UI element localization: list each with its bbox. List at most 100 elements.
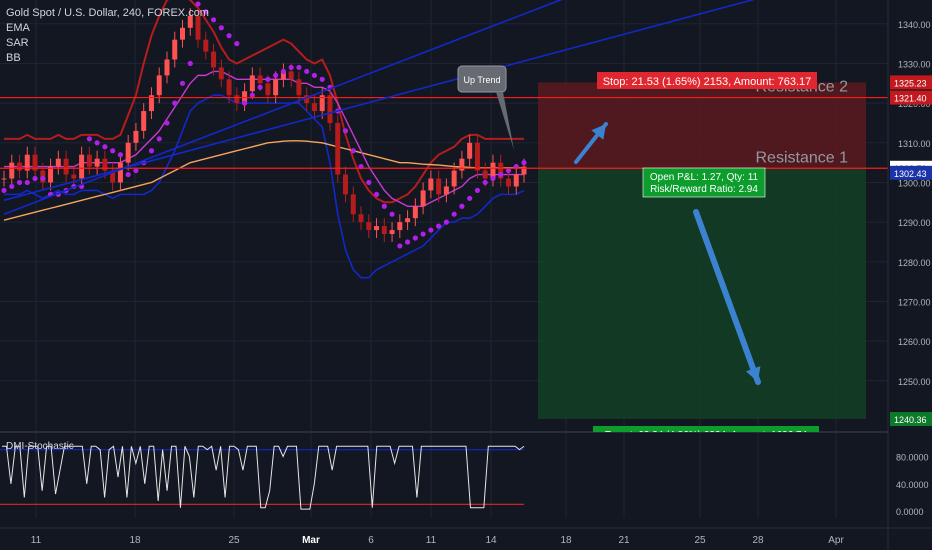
- candle-body: [94, 158, 100, 167]
- sar-dot: [366, 179, 372, 186]
- indicator-ema[interactable]: EMA: [6, 21, 209, 36]
- candle-body: [296, 79, 302, 96]
- price-tag-label: 1325.23: [894, 78, 927, 88]
- price-tick-label: 1310.00: [898, 139, 931, 149]
- pnl-label: Open P&L: 1.27, Qty: 11Risk/Reward Ratio…: [642, 167, 766, 198]
- sar-dot: [234, 41, 240, 47]
- candle-body: [211, 51, 217, 68]
- sar-dot: [102, 144, 108, 150]
- candle-body: [327, 95, 333, 123]
- candle-body: [79, 154, 85, 179]
- sar-dot: [420, 231, 426, 237]
- sar-dot: [280, 68, 287, 75]
- price-tag: 1302.43: [890, 165, 932, 180]
- candle-body: [218, 67, 224, 80]
- candle-body: [55, 158, 61, 167]
- sar-dot: [172, 100, 178, 106]
- sar-dot: [156, 136, 162, 142]
- price-tag: 1240.36: [890, 412, 932, 427]
- sar-dot: [24, 179, 30, 186]
- candle-body: [273, 79, 279, 96]
- candle-body: [156, 75, 162, 96]
- candle-body: [505, 178, 511, 187]
- candle-body: [389, 230, 395, 235]
- sar-dot: [40, 175, 46, 182]
- sar-dot: [459, 203, 465, 209]
- sar-dot: [179, 80, 186, 86]
- sar-dot: [16, 179, 23, 186]
- price-tick-label: 1300.00: [898, 178, 931, 188]
- candle-body: [63, 158, 69, 175]
- candle-body: [397, 222, 403, 231]
- candle-body: [428, 178, 434, 191]
- candle-body: [141, 111, 147, 131]
- sar-dot: [373, 191, 380, 197]
- price-tick-label: 1270.00: [898, 297, 931, 307]
- sar-dot: [342, 128, 349, 134]
- candle-body: [513, 174, 519, 187]
- candle-body: [133, 130, 139, 143]
- candle-body: [342, 174, 348, 195]
- candle-body: [405, 218, 411, 223]
- stoch-tick-label: 40.0000: [896, 480, 929, 490]
- candle-body: [125, 142, 131, 163]
- sar-dot: [9, 183, 15, 190]
- candle-body: [358, 214, 364, 223]
- position-zones[interactable]: [538, 82, 866, 420]
- price-tick-label: 1280.00: [898, 258, 931, 268]
- candle-body: [9, 162, 15, 179]
- candle-body: [374, 226, 380, 231]
- sar-dot: [443, 219, 449, 225]
- price-tag-label: 1321.40: [894, 94, 927, 104]
- pnl-label-line1: Open P&L: 1.27, Qty: 11: [650, 172, 759, 183]
- chart-canvas[interactable]: Resistance 2Resistance 1Up TrendStop: 21…: [0, 0, 932, 550]
- resistance-1-label: Resistance 1: [756, 149, 849, 166]
- callout-text: Up Trend: [463, 75, 500, 85]
- sar-dot: [241, 100, 248, 106]
- symbol-title[interactable]: Gold Spot / U.S. Dollar, 240, FOREX.com: [6, 6, 209, 21]
- candle-body: [257, 75, 263, 84]
- indicator-sar[interactable]: SAR: [6, 36, 209, 51]
- candle-body: [420, 190, 426, 207]
- stochastic-label[interactable]: DMI-Stochastic: [6, 441, 74, 452]
- time-tick-label: 28: [752, 535, 764, 546]
- price-tick-label: 1290.00: [898, 218, 931, 228]
- candle-body: [474, 142, 480, 171]
- sar-dot: [1, 187, 7, 194]
- candle-body: [17, 162, 23, 171]
- sar-dot: [436, 223, 442, 229]
- time-tick-label: 14: [485, 535, 497, 546]
- sar-dot: [521, 160, 527, 166]
- time-tick-label: 6: [368, 535, 374, 546]
- time-tick-label: 11: [426, 535, 437, 546]
- price-tick-label: 1250.00: [898, 377, 931, 387]
- time-tick-label: Apr: [828, 535, 844, 546]
- sar-dot: [296, 64, 302, 71]
- time-tick-label: 25: [228, 535, 240, 546]
- sar-dot: [257, 84, 263, 90]
- sar-dot: [210, 17, 217, 23]
- sar-dot: [110, 148, 116, 154]
- sar-dot: [273, 72, 279, 78]
- stop-label-text: Stop: 21.53 (1.65%) 2153, Amount: 763.17: [603, 76, 812, 88]
- sar-dot: [94, 140, 100, 146]
- sar-dot: [86, 136, 92, 142]
- sar-dot: [490, 175, 496, 182]
- sar-dot: [389, 211, 395, 217]
- sar-dot: [397, 243, 403, 249]
- sar-dot: [412, 235, 418, 241]
- sar-dot: [32, 175, 38, 182]
- stoch-tick-label: 0.0000: [896, 507, 924, 517]
- sar-dot: [474, 187, 481, 194]
- candle-body: [86, 154, 92, 167]
- candle-body: [451, 170, 457, 187]
- candle-body: [443, 186, 449, 195]
- price-tick-label: 1340.00: [898, 20, 931, 30]
- sar-dot: [164, 120, 170, 126]
- sar-dot: [350, 148, 356, 154]
- candle-body: [234, 95, 240, 104]
- candle-body: [117, 162, 123, 183]
- indicator-bb[interactable]: BB: [6, 51, 209, 66]
- time-tick-label: 25: [694, 535, 706, 546]
- candle-body: [467, 142, 473, 159]
